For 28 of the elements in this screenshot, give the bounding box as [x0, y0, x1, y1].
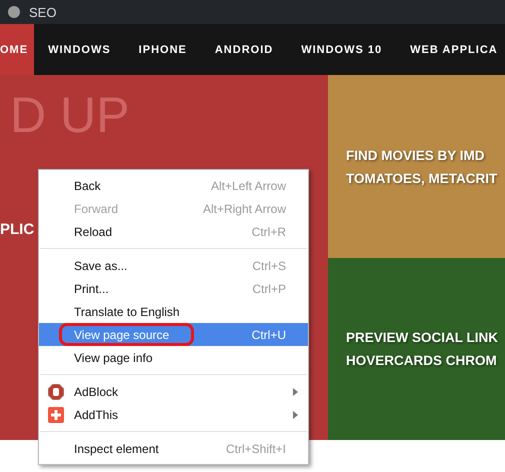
article-card[interactable]: PREVIEW SOCIAL LINK HOVERCARDS CHROM	[328, 258, 505, 440]
article-title: TOMATOES, METACRIT	[346, 170, 498, 186]
window-title: SEO	[29, 4, 56, 20]
nav-tab[interactable]: IPHONE	[124, 24, 201, 75]
nav-tab[interactable]: WEB APPLICA	[396, 24, 505, 75]
window-dot-icon	[8, 6, 20, 18]
article-title: FIND MOVIES BY IMD	[346, 148, 486, 162]
menu-item[interactable]: AdBlock	[39, 380, 308, 403]
stop-hand-icon	[48, 384, 64, 400]
hero-title: PLIC	[0, 220, 34, 240]
nav-tab[interactable]: ANDROID	[200, 24, 288, 75]
nav-tab[interactable]: WINDOWS 10	[287, 24, 396, 75]
article-title: HOVERCARDS CHROM	[346, 353, 498, 368]
menu-item[interactable]: AddThis	[39, 403, 308, 426]
nav-tab[interactable]: OME	[0, 24, 34, 75]
menu-item[interactable]: Inspect element Ctrl+Shift+I	[39, 437, 308, 460]
menu-item[interactable]: Back Alt+Left Arrow	[39, 174, 308, 197]
nav-tab[interactable]: WINDOWS	[34, 24, 125, 75]
menu-item[interactable]: View page info	[39, 346, 308, 369]
menu-item[interactable]: Print... Ctrl+P	[39, 277, 308, 300]
menu-item[interactable]: Reload Ctrl+R	[39, 220, 308, 243]
menu-item[interactable]: Translate to English	[39, 300, 308, 323]
submenu-arrow-icon	[293, 411, 298, 419]
plus-icon	[48, 407, 64, 423]
article-title: PREVIEW SOCIAL LINK	[346, 330, 500, 345]
menu-item[interactable]: View page source Ctrl+U	[39, 323, 308, 346]
submenu-arrow-icon	[293, 388, 298, 396]
menu-item[interactable]: Save as... Ctrl+S	[39, 254, 308, 277]
